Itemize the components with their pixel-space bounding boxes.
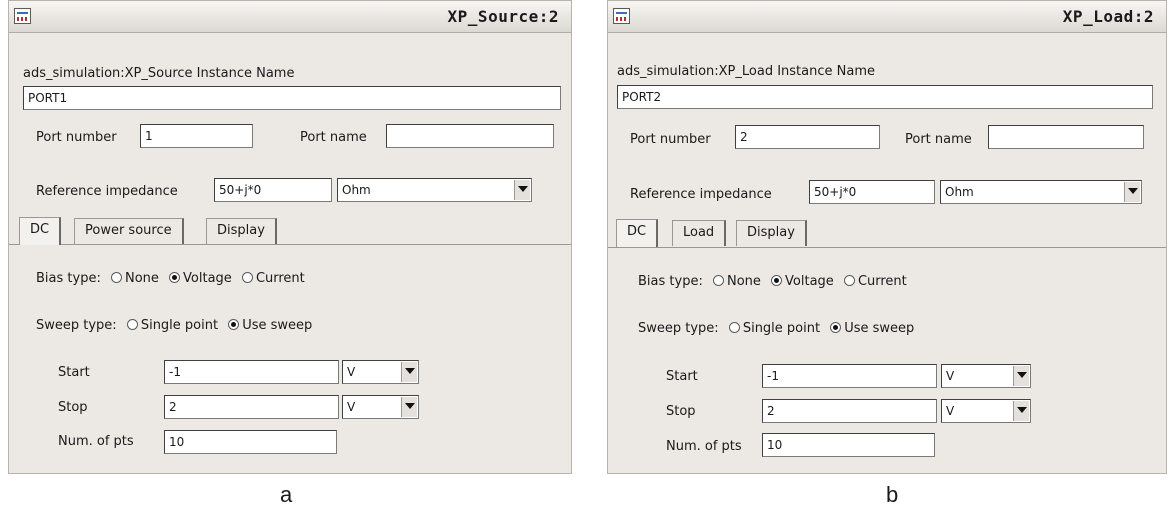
tab-divider: [608, 247, 1166, 248]
stop-input[interactable]: 2: [164, 395, 339, 419]
bias-none-radio[interactable]: [712, 275, 724, 286]
port-number-input[interactable]: 1: [140, 124, 253, 148]
stop-unit-select[interactable]: V: [342, 395, 419, 419]
num-pts-input[interactable]: 10: [164, 430, 337, 454]
instance-name-input[interactable]: PORT1: [23, 86, 561, 110]
reference-impedance-input[interactable]: 50+j*0: [214, 178, 332, 202]
chevron-down-icon[interactable]: [1013, 401, 1029, 421]
instance-name-input[interactable]: PORT2: [617, 85, 1153, 109]
bias-type-row: Bias type: None Voltage Current: [638, 274, 907, 289]
bias-none-label: None: [726, 274, 761, 289]
bias-voltage-radio[interactable]: [169, 272, 181, 283]
num-pts-label: Num. of pts: [58, 434, 134, 449]
tab-dc[interactable]: DC: [19, 217, 62, 245]
port-name-label: Port name: [905, 132, 972, 147]
caption-b: b: [886, 482, 899, 507]
tab-display[interactable]: Display: [736, 220, 807, 246]
sweep-use-sweep-label: Use sweep: [242, 318, 313, 333]
stop-label: Stop: [58, 400, 88, 415]
sweep-single-point-label: Single point: [140, 318, 219, 333]
chevron-down-icon[interactable]: [401, 397, 417, 417]
sweep-use-sweep-radio[interactable]: [830, 322, 842, 333]
title-bar[interactable]: XP_Source:2: [9, 1, 571, 33]
bias-voltage-radio[interactable]: [771, 275, 783, 286]
bias-none-label: None: [124, 271, 159, 286]
tab-display[interactable]: Display: [206, 218, 277, 244]
start-unit-value: V: [946, 369, 955, 383]
sweep-type-label: Sweep type:: [638, 321, 719, 336]
xp-source-dialog: XP_Source:2 ads_simulation:XP_Source Ins…: [8, 0, 572, 474]
start-input[interactable]: -1: [164, 360, 339, 384]
impedance-unit-select[interactable]: Ohm: [337, 178, 532, 202]
start-label: Start: [58, 365, 90, 380]
sweep-single-point-label: Single point: [742, 321, 821, 336]
start-label: Start: [666, 369, 698, 384]
tab-dc[interactable]: DC: [616, 219, 659, 247]
stop-input[interactable]: 2: [762, 399, 937, 423]
sweep-type-row: Sweep type: Single point Use sweep: [36, 318, 312, 333]
stop-unit-value: V: [347, 400, 356, 414]
sweep-type-label: Sweep type:: [36, 318, 117, 333]
title-bar[interactable]: XP_Load:2: [608, 1, 1166, 33]
tab-load[interactable]: Load: [672, 220, 727, 246]
chevron-down-icon[interactable]: [1013, 366, 1029, 386]
bias-type-row: Bias type: None Voltage Current: [36, 271, 305, 286]
num-pts-label: Num. of pts: [666, 439, 742, 454]
instance-name-label: ads_simulation:XP_Load Instance Name: [617, 64, 875, 79]
bias-current-label: Current: [255, 271, 305, 286]
start-unit-select[interactable]: V: [941, 364, 1031, 388]
tab-power-source[interactable]: Power source: [74, 218, 184, 244]
port-number-input[interactable]: 2: [735, 125, 880, 149]
chevron-down-icon[interactable]: [514, 180, 530, 200]
bias-type-label: Bias type:: [638, 274, 703, 289]
stop-label: Stop: [666, 404, 696, 419]
tab-divider: [9, 244, 571, 245]
reference-impedance-label: Reference impedance: [36, 184, 178, 199]
bias-voltage-label: Voltage: [183, 271, 232, 286]
instance-name-label: ads_simulation:XP_Source Instance Name: [23, 66, 295, 81]
bias-current-label: Current: [857, 274, 907, 289]
bias-none-radio[interactable]: [110, 272, 122, 283]
port-name-input[interactable]: [386, 124, 554, 148]
impedance-unit-value: Ohm: [945, 185, 974, 199]
bias-current-radio[interactable]: [241, 272, 253, 283]
port-number-label: Port number: [36, 130, 117, 145]
port-name-input[interactable]: [988, 125, 1144, 149]
start-unit-select[interactable]: V: [342, 360, 419, 384]
reference-impedance-label: Reference impedance: [630, 187, 772, 202]
reference-impedance-input[interactable]: 50+j*0: [809, 180, 935, 204]
sweep-single-point-radio[interactable]: [728, 322, 740, 333]
num-pts-input[interactable]: 10: [762, 433, 935, 457]
app-icon[interactable]: [613, 8, 630, 24]
port-number-label: Port number: [630, 132, 711, 147]
sweep-single-point-radio[interactable]: [126, 319, 138, 330]
sweep-use-sweep-radio[interactable]: [228, 319, 240, 330]
impedance-unit-select[interactable]: Ohm: [940, 180, 1142, 204]
window-title: XP_Load:2: [1062, 7, 1154, 26]
sweep-type-row: Sweep type: Single point Use sweep: [638, 321, 914, 336]
start-unit-value: V: [347, 365, 356, 379]
app-icon[interactable]: [14, 8, 31, 24]
sweep-use-sweep-label: Use sweep: [844, 321, 915, 336]
stop-unit-value: V: [946, 404, 955, 418]
bias-type-label: Bias type:: [36, 271, 101, 286]
chevron-down-icon[interactable]: [401, 362, 417, 382]
window-title: XP_Source:2: [447, 7, 559, 26]
chevron-down-icon[interactable]: [1124, 182, 1140, 202]
stop-unit-select[interactable]: V: [941, 399, 1031, 423]
port-name-label: Port name: [300, 130, 367, 145]
bias-current-radio[interactable]: [843, 275, 855, 286]
caption-a: a: [280, 482, 293, 507]
xp-load-dialog: XP_Load:2 ads_simulation:XP_Load Instanc…: [607, 0, 1167, 474]
start-input[interactable]: -1: [762, 364, 937, 388]
bias-voltage-label: Voltage: [785, 274, 834, 289]
impedance-unit-value: Ohm: [342, 183, 371, 197]
